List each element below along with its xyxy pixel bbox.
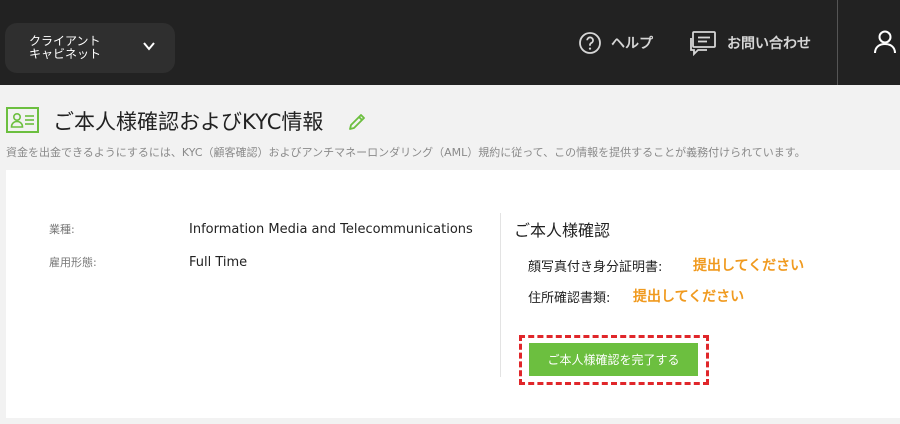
page-description: 資金を出金できるようにするには、KYC（顧客確認）およびアンチマネーロンダリング… xyxy=(6,146,806,159)
industry-label: 業種: xyxy=(49,223,75,236)
pencil-icon[interactable] xyxy=(346,111,368,133)
complete-verification-button[interactable]: ご本人様確認を完了する xyxy=(529,343,698,376)
industry-value: Information Media and Telecommunications xyxy=(189,222,473,237)
client-cabinet-dropdown[interactable]: クライアント キャビネット xyxy=(5,23,175,73)
help-link[interactable]: ヘルプ xyxy=(578,28,653,58)
id-card-icon xyxy=(6,107,39,133)
page-title: ご本人様確認およびKYC情報 xyxy=(53,110,324,134)
column-divider xyxy=(500,213,501,377)
address-proof-status[interactable]: 提出してください xyxy=(633,286,744,306)
client-cabinet-label: クライアント キャビネット xyxy=(29,35,119,61)
employment-type-label: 雇用形態: xyxy=(49,256,97,269)
help-label: ヘルプ xyxy=(611,36,653,52)
kyc-section-title: ご本人様確認 xyxy=(514,221,611,240)
client-cabinet-label-line2: キャビネット xyxy=(29,47,102,61)
user-icon[interactable] xyxy=(870,27,900,57)
chevron-down-icon xyxy=(143,42,155,51)
topbar-divider xyxy=(837,0,838,85)
chat-icon xyxy=(690,31,716,56)
kyc-card: 業種: Information Media and Telecommunicat… xyxy=(6,170,900,418)
employment-type-value: Full Time xyxy=(189,255,248,270)
address-proof-label: 住所確認書類: xyxy=(528,291,611,306)
photo-id-label: 顔写真付き身分証明書: xyxy=(528,260,663,275)
contact-label: お問い合わせ xyxy=(727,36,811,52)
help-circle-icon xyxy=(579,32,601,54)
top-bar: クライアント キャビネット ヘルプ お問い合わせ xyxy=(0,0,900,85)
contact-link[interactable]: お問い合わせ xyxy=(688,28,811,58)
photo-id-status[interactable]: 提出してください xyxy=(693,255,804,275)
